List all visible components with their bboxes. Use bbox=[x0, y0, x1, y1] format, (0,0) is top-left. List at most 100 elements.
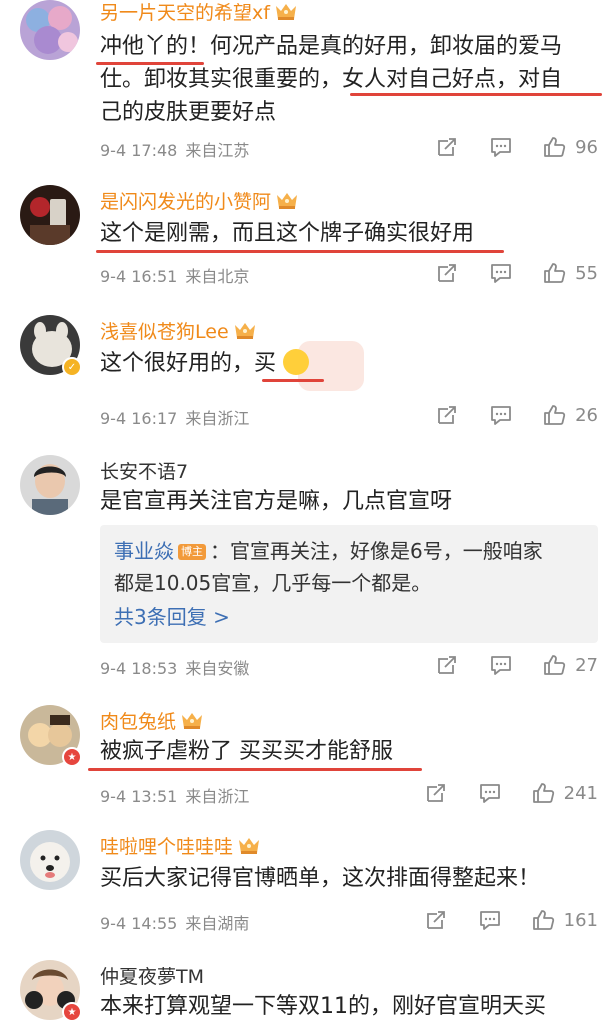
comment-item: ✓ 浅喜似苍狗Lee 这个很好用的，买 9-4 16:17 来自浙江 26 bbox=[0, 305, 612, 445]
share-button[interactable] bbox=[435, 403, 459, 427]
verified-badge: ✓ bbox=[62, 357, 82, 377]
like-count: 161 bbox=[563, 909, 598, 931]
comment-item: ★ 肉包兔纸 被疯子虐粉了 买买买才能舒服 9-4 13:51 来自浙江 241 bbox=[0, 695, 612, 820]
share-button[interactable] bbox=[435, 135, 459, 159]
comment-date: 9-4 14:55 bbox=[100, 914, 178, 933]
comment-location: 来自浙江 bbox=[185, 409, 250, 428]
comment-text: 被疯子虐粉了 买买买才能舒服 bbox=[100, 739, 393, 764]
like-button[interactable]: 161 bbox=[532, 908, 598, 932]
comment-icon bbox=[489, 261, 513, 285]
share-icon bbox=[435, 653, 459, 677]
comment-text: 冲他丫的！何况产品是真的好用，卸妆届的爱马 仕。卸妆其实很重要的，女人对自己好点… bbox=[100, 34, 563, 125]
highlight-underline bbox=[88, 768, 422, 771]
comment-meta: 9-4 17:48 来自江苏 bbox=[100, 137, 249, 161]
comment-icon bbox=[489, 135, 513, 159]
comment-meta: 9-4 16:17 来自浙江 bbox=[100, 405, 249, 429]
share-icon bbox=[435, 261, 459, 285]
comment-item: ★ 仲夏夜夢TM 本来打算观望一下等双11的，刚好官宣明天买 bbox=[0, 950, 612, 1024]
comment-text: 这个是刚需，而且这个牌子确实很好用 bbox=[100, 221, 475, 246]
highlight-underline bbox=[350, 93, 602, 96]
like-button[interactable]: 27 bbox=[543, 653, 598, 677]
comment-item: 哇啦哩个哇哇哇 买后大家记得官博晒单，这次排面得整起来！ 9-4 14:55 来自… bbox=[0, 820, 612, 950]
comment-username[interactable]: 长安不语7 bbox=[100, 457, 188, 484]
crown-icon bbox=[180, 711, 204, 731]
like-button[interactable]: 241 bbox=[532, 781, 598, 805]
comment-date: 9-4 13:51 bbox=[100, 787, 178, 806]
comment-location: 来自北京 bbox=[185, 267, 250, 286]
comment-actions: 161 bbox=[424, 908, 598, 932]
comment-username[interactable]: 肉包兔纸 bbox=[100, 707, 204, 734]
like-button[interactable]: 26 bbox=[543, 403, 598, 427]
emoji-icon bbox=[283, 349, 310, 375]
reply-text: ：官宣再关注，好像是6号，一般咱家 bbox=[210, 539, 543, 563]
comment-text: 买后大家记得官博晒单，这次排面得整起来！ bbox=[100, 866, 541, 891]
reply-button[interactable] bbox=[489, 135, 513, 159]
comment-meta: 9-4 16:51 来自北京 bbox=[100, 263, 249, 287]
like-count: 96 bbox=[575, 136, 598, 158]
comment-date: 9-4 17:48 bbox=[100, 141, 178, 160]
share-icon bbox=[424, 781, 448, 805]
highlight-underline bbox=[262, 379, 324, 382]
comment-actions: 241 bbox=[424, 781, 598, 805]
reply-button[interactable] bbox=[478, 908, 502, 932]
reply-text: 都是10.05官宣，几乎每一个都是。 bbox=[114, 571, 432, 595]
avatar[interactable] bbox=[20, 455, 80, 515]
comment-location: 来自湖南 bbox=[185, 914, 250, 933]
like-button[interactable]: 55 bbox=[543, 261, 598, 285]
like-button[interactable]: 96 bbox=[543, 135, 598, 159]
reply-username[interactable]: 事业焱 bbox=[114, 539, 174, 563]
comment-actions: 96 bbox=[435, 135, 598, 159]
thumbs-up-icon bbox=[543, 653, 567, 677]
verified-badge: ★ bbox=[62, 747, 82, 767]
comment-date: 9-4 18:53 bbox=[100, 659, 178, 678]
share-button[interactable] bbox=[424, 908, 448, 932]
thumbs-up-icon bbox=[543, 261, 567, 285]
more-replies-link[interactable]: 共3条回复 > bbox=[114, 601, 584, 633]
crown-icon bbox=[274, 2, 298, 22]
author-badge: 博主 bbox=[178, 544, 206, 560]
comment-username[interactable]: 哇啦哩个哇哇哇 bbox=[100, 832, 261, 859]
comment-username[interactable]: 仲夏夜夢TM bbox=[100, 962, 204, 989]
comment-icon bbox=[478, 781, 502, 805]
comment-date: 9-4 16:17 bbox=[100, 409, 178, 428]
highlight-underline bbox=[96, 62, 204, 65]
comment-text: 本来打算观望一下等双11的，刚好官宣明天买 bbox=[100, 994, 546, 1019]
comment-location: 来自浙江 bbox=[185, 787, 250, 806]
reply-button[interactable] bbox=[489, 261, 513, 285]
crown-icon bbox=[237, 836, 261, 856]
share-button[interactable] bbox=[424, 781, 448, 805]
thumbs-up-icon bbox=[532, 908, 556, 932]
verified-badge: ★ bbox=[62, 1002, 82, 1022]
comment-icon bbox=[489, 403, 513, 427]
comment-actions: 26 bbox=[435, 403, 598, 427]
comment-text: 是官宣再关注官方是嘛，几点官宣呀 bbox=[100, 489, 453, 514]
share-button[interactable] bbox=[435, 653, 459, 677]
comment-actions: 55 bbox=[435, 261, 598, 285]
comment-location: 来自安徽 bbox=[185, 659, 250, 678]
comment-username[interactable]: 是闪闪发光的小赞阿 bbox=[100, 187, 299, 214]
comment-username[interactable]: 浅喜似苍狗Lee bbox=[100, 317, 257, 344]
like-count: 55 bbox=[575, 262, 598, 284]
reply-preview[interactable]: 事业焱 博主 ：官宣再关注，好像是6号，一般咱家 都是10.05官宣，几乎每一个都是… bbox=[100, 525, 598, 643]
comment-meta: 9-4 18:53 来自安徽 bbox=[100, 655, 249, 679]
comment-item: 是闪闪发光的小赞阿 这个是刚需，而且这个牌子确实很好用 9-4 16:51 来自北… bbox=[0, 175, 612, 305]
avatar[interactable] bbox=[20, 0, 80, 60]
thumbs-up-icon bbox=[532, 781, 556, 805]
reply-button[interactable] bbox=[478, 781, 502, 805]
comment-meta: 9-4 13:51 来自浙江 bbox=[100, 783, 249, 807]
like-count: 26 bbox=[575, 404, 598, 426]
share-button[interactable] bbox=[435, 261, 459, 285]
reply-button[interactable] bbox=[489, 653, 513, 677]
comment-actions: 27 bbox=[435, 653, 598, 677]
share-icon bbox=[424, 908, 448, 932]
thumbs-up-icon bbox=[543, 135, 567, 159]
avatar[interactable] bbox=[20, 185, 80, 245]
thumbs-up-icon bbox=[543, 403, 567, 427]
comment-username[interactable]: 另一片天空的希望xf bbox=[100, 0, 298, 25]
highlight-underline bbox=[96, 250, 504, 253]
comment-date: 9-4 16:51 bbox=[100, 267, 178, 286]
like-count: 27 bbox=[575, 654, 598, 676]
comment-item: 另一片天空的希望xf 冲他丫的！何况产品是真的好用，卸妆届的爱马 仕。卸妆其实很… bbox=[0, 0, 612, 175]
reply-button[interactable] bbox=[489, 403, 513, 427]
avatar[interactable] bbox=[20, 830, 80, 890]
